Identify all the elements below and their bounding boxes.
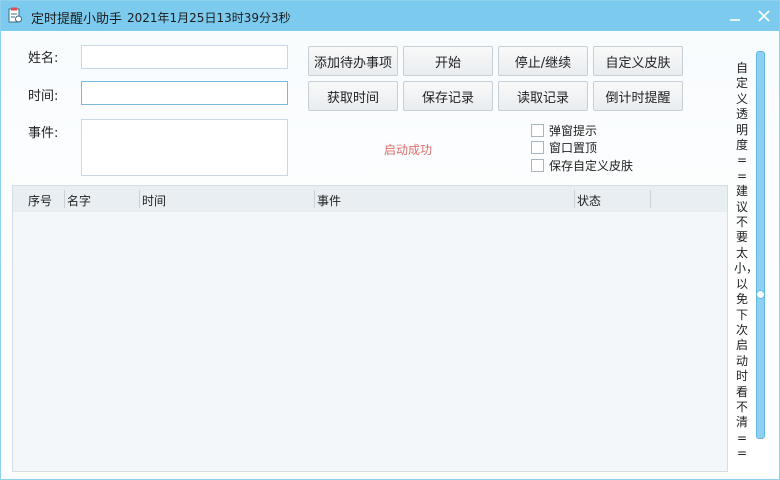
popup-option[interactable]: 弹窗提示 <box>531 122 597 139</box>
name-label: 姓名: <box>28 51 59 66</box>
get-time-button[interactable]: 获取时间 <box>308 81 398 111</box>
table-header: 序号 名字 时间 事件 状态 <box>13 186 727 212</box>
transparency-slider[interactable] <box>756 51 765 439</box>
column-header-event[interactable]: 事件 <box>317 192 341 209</box>
column-divider[interactable] <box>574 190 575 208</box>
transparency-label: 自定义透明度==建议不要太小，以免下次启动时看不清== <box>734 61 759 461</box>
save-skin-checkbox[interactable] <box>531 159 544 172</box>
column-header-time[interactable]: 时间 <box>142 192 166 209</box>
save-skin-option[interactable]: 保存自定义皮肤 <box>531 157 633 174</box>
event-label: 事件: <box>28 126 59 141</box>
start-button[interactable]: 开始 <box>403 46 493 76</box>
column-header-name[interactable]: 名字 <box>67 192 91 209</box>
name-input[interactable] <box>81 45 288 69</box>
minimize-icon <box>730 19 740 21</box>
window-title: 定时提醒小助手 <box>31 12 123 27</box>
column-divider[interactable] <box>139 190 140 208</box>
popup-checkbox[interactable] <box>531 124 544 137</box>
column-divider[interactable] <box>314 190 315 208</box>
custom-skin-button[interactable]: 自定义皮肤 <box>593 46 683 76</box>
column-divider[interactable] <box>650 190 651 208</box>
current-datetime: 2021年1月25日13时39分3秒 <box>127 11 291 25</box>
title-bar[interactable]: 定时提醒小助手 2021年1月25日13时39分3秒 <box>1 1 779 31</box>
status-text: 启动成功 <box>384 143 433 157</box>
popup-option-label: 弹窗提示 <box>549 124 598 138</box>
time-label: 时间: <box>28 89 59 104</box>
read-record-button[interactable]: 读取记录 <box>498 81 588 111</box>
column-divider[interactable] <box>64 190 65 208</box>
topmost-option-label: 窗口置顶 <box>549 141 598 155</box>
todo-table[interactable]: 序号 名字 时间 事件 状态 <box>12 185 728 472</box>
column-header-index[interactable]: 序号 <box>28 192 52 209</box>
close-icon <box>758 10 770 22</box>
transparency-slider-thumb[interactable] <box>756 290 765 299</box>
event-textarea[interactable] <box>81 119 288 176</box>
save-skin-option-label: 保存自定义皮肤 <box>549 159 634 173</box>
countdown-button[interactable]: 倒计时提醒 <box>593 81 683 111</box>
stop-continue-button[interactable]: 停止/继续 <box>498 46 588 76</box>
topmost-option[interactable]: 窗口置顶 <box>531 139 597 156</box>
topmost-checkbox[interactable] <box>531 141 544 154</box>
column-header-status[interactable]: 状态 <box>577 192 601 209</box>
minimize-button[interactable] <box>722 5 748 27</box>
add-todo-button[interactable]: 添加待办事项 <box>308 46 398 76</box>
save-record-button[interactable]: 保存记录 <box>403 81 493 111</box>
close-button[interactable] <box>751 5 777 27</box>
clipboard-clock-icon <box>8 7 22 23</box>
app-window: 定时提醒小助手 2021年1月25日13时39分3秒 姓名: 时间: 事件: 添… <box>0 0 780 480</box>
time-input[interactable] <box>81 81 288 105</box>
